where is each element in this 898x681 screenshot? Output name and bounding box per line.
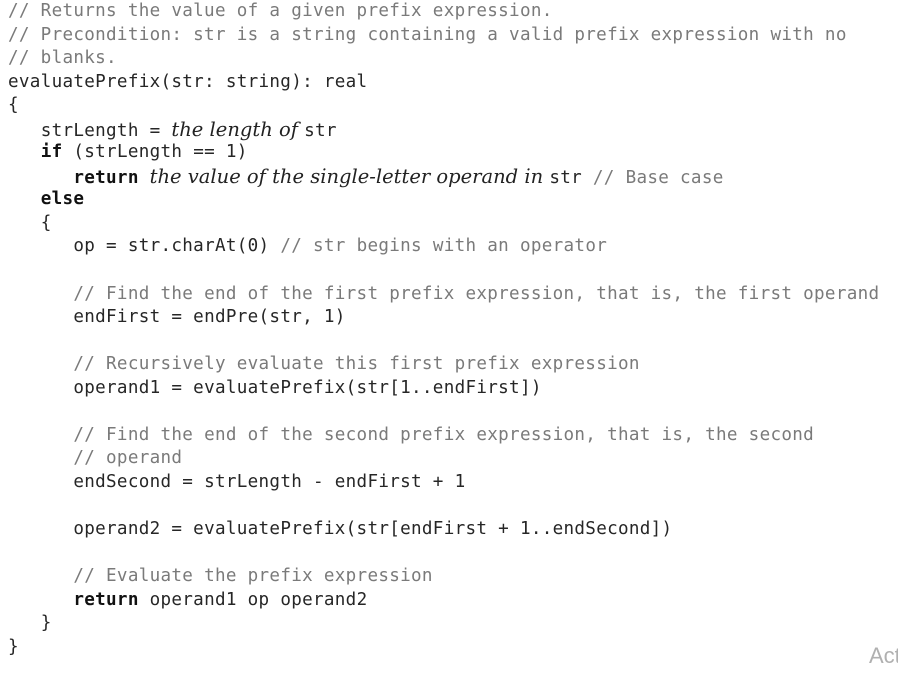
code-comment: // Precondition: str is a string contain… [8, 24, 847, 45]
code-line: // Evaluate the prefix expression [8, 565, 879, 589]
code-text: evaluatePrefix(str: string): real [8, 71, 368, 92]
code-line: } [8, 636, 879, 660]
activate-windows-watermark: Activate Windows [869, 643, 898, 668]
prose-description: the value of the single-letter operand i… [149, 164, 550, 188]
code-text: endSecond = strLength - endFirst + 1 [73, 471, 466, 492]
code-line: // Returns the value of a given prefix e… [8, 0, 879, 24]
code-text: str [304, 120, 337, 141]
code-line: return operand1 op operand2 [8, 589, 879, 613]
code-keyword: if [40, 142, 63, 163]
code-comment: // Evaluate the prefix expression [73, 566, 433, 587]
code-line: // Find the end of the second prefix exp… [8, 424, 879, 448]
code-line: if (strLength == 1) [8, 141, 879, 165]
code-text: operand1 = evaluatePrefix(str[1..endFirs… [73, 377, 542, 398]
code-line: } [8, 612, 879, 636]
code-text: } [8, 636, 19, 657]
code-line: // Precondition: str is a string contain… [8, 24, 879, 48]
code-line: // Recursively evaluate this first prefi… [8, 353, 879, 377]
code-text: (strLength == 1) [62, 142, 248, 163]
code-comment: // Find the end of the second prefix exp… [73, 424, 815, 445]
code-line: operand2 = evaluatePrefix(str[endFirst +… [8, 518, 879, 542]
code-line: // Find the end of the first prefix expr… [8, 283, 879, 307]
code-text: { [8, 95, 19, 116]
code-line: // operand [8, 447, 879, 471]
code-line: else [8, 188, 879, 212]
code-comment: // Recursively evaluate this first prefi… [73, 354, 640, 375]
code-text: operand2 = evaluatePrefix(str[endFirst +… [73, 519, 673, 540]
code-line: { [8, 212, 879, 236]
code-line: op = str.charAt(0) // str begins with an… [8, 235, 879, 259]
code-comment: // Returns the value of a given prefix e… [8, 1, 553, 21]
code-comment: // Find the end of the first prefix expr… [73, 283, 880, 304]
code-line: strLength = the length of str [8, 118, 879, 142]
code-text: str [549, 167, 593, 188]
code-keyword: return [73, 167, 139, 188]
prose-description: the length of [171, 117, 305, 141]
code-comment: // operand [73, 448, 183, 469]
code-line: // blanks. [8, 47, 879, 71]
code-line: operand1 = evaluatePrefix(str[1..endFirs… [8, 377, 879, 401]
code-text: strLength = [40, 120, 172, 141]
code-text: operand1 op operand2 [138, 589, 368, 610]
code-keyword: return [73, 589, 139, 610]
code-text: endFirst = endPre(str, 1) [73, 307, 346, 328]
code-text: { [40, 212, 52, 233]
code-comment: // Base case [592, 167, 724, 188]
code-listing: // Returns the value of a given prefix e… [8, 0, 879, 659]
code-line: evaluatePrefix(str: string): real [8, 71, 879, 95]
code-text: op = str.charAt(0) [73, 236, 281, 257]
code-comment: // blanks. [8, 48, 117, 69]
code-comment: // str begins with an operator [280, 236, 608, 257]
code-line: endSecond = strLength - endFirst + 1 [8, 471, 879, 495]
code-line: { [8, 94, 879, 118]
code-line: return the value of the single-letter op… [8, 165, 879, 189]
code-line: endFirst = endPre(str, 1) [8, 306, 879, 330]
code-text: } [40, 613, 52, 634]
code-keyword: else [40, 189, 85, 210]
